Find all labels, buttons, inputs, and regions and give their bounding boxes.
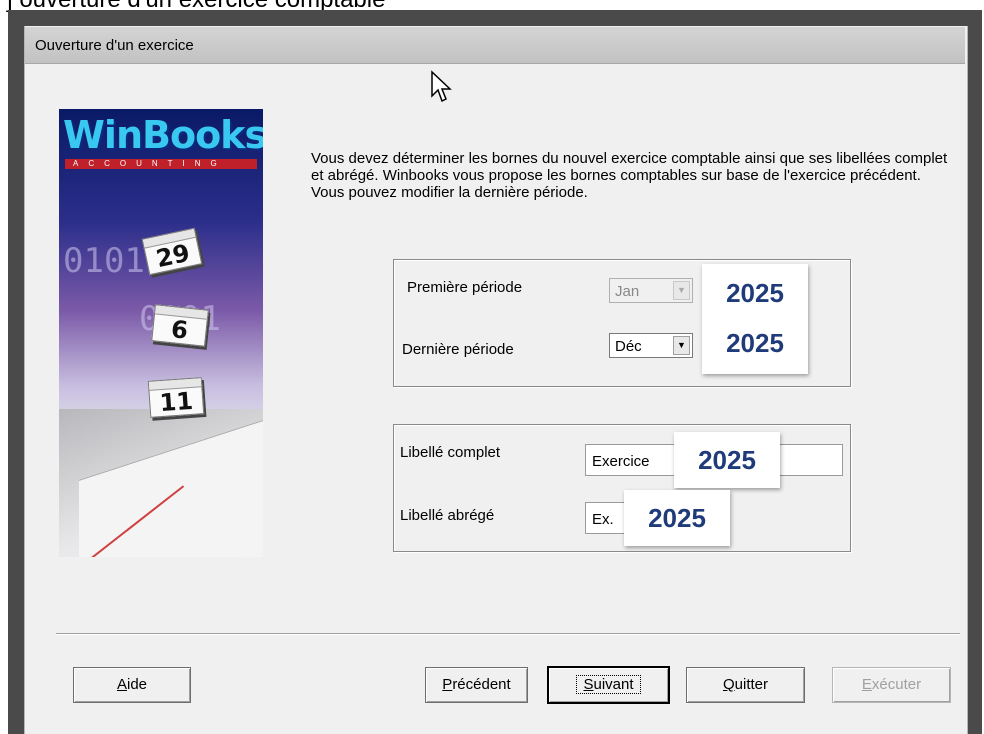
calendar-page-3: 11 bbox=[147, 377, 205, 418]
previous-button[interactable]: Précédent bbox=[425, 667, 528, 703]
last-period-year: 2025 bbox=[726, 328, 784, 358]
calendar-day-3: 11 bbox=[158, 386, 194, 418]
first-period-label: Première période bbox=[407, 279, 523, 296]
last-period-value: Déc bbox=[615, 338, 642, 355]
logo-subtitle-bar: ACCOUNTING bbox=[65, 159, 257, 169]
first-period-select[interactable]: Jan ▼ bbox=[609, 278, 693, 303]
previous-button-label: récédent bbox=[452, 676, 511, 693]
winbooks-logo: WinBooks bbox=[63, 113, 263, 157]
full-label-year: 2025 bbox=[674, 432, 780, 488]
next-button[interactable]: Suivant bbox=[547, 666, 670, 704]
next-button-accesskey: S bbox=[583, 676, 594, 693]
chevron-down-icon: ▼ bbox=[673, 281, 690, 300]
quit-button[interactable]: Quitter bbox=[686, 667, 805, 703]
dialog-title: Ouverture d'un exercice bbox=[35, 37, 194, 54]
quit-button-label: uitter bbox=[734, 676, 769, 693]
binder-illustration bbox=[59, 409, 263, 557]
instructions-text: Vous devez déterminer les bornes du nouv… bbox=[311, 150, 948, 201]
execute-button[interactable]: Exécuter bbox=[832, 667, 951, 703]
calendar-day-2: 6 bbox=[169, 315, 190, 345]
calendar-page-2: 6 bbox=[151, 304, 209, 347]
logo-subtitle: ACCOUNTING bbox=[73, 159, 227, 168]
mouse-pointer-icon bbox=[431, 70, 452, 103]
button-separator bbox=[56, 633, 960, 635]
full-label-caption: Libellé complet bbox=[400, 444, 501, 461]
quit-button-accesskey: Q bbox=[722, 676, 735, 693]
execute-button-label: xécuter bbox=[871, 676, 922, 693]
help-button-accesskey: A bbox=[116, 676, 127, 693]
previous-button-accesskey: P bbox=[442, 676, 453, 693]
help-button[interactable]: Aide bbox=[73, 667, 191, 703]
year-overlay-periods: 2025 2025 bbox=[702, 264, 808, 374]
short-label-value: Ex. bbox=[592, 511, 614, 528]
binder-page bbox=[79, 418, 263, 557]
first-period-value: Jan bbox=[615, 283, 640, 300]
last-period-label: Dernière période bbox=[402, 341, 514, 358]
chevron-down-icon: ▼ bbox=[673, 336, 690, 355]
execute-button-accesskey: E bbox=[861, 676, 872, 693]
help-button-label: ide bbox=[126, 676, 148, 693]
winbooks-banner-image: 01011 0101 WinBooks ACCOUNTING 29 6 11 bbox=[59, 109, 263, 557]
dialog-titlebar[interactable]: Ouverture d'un exercice bbox=[25, 27, 965, 64]
last-period-select[interactable]: Déc ▼ bbox=[609, 333, 693, 358]
short-label-caption: Libellé abrégé bbox=[400, 507, 495, 524]
full-label-value: Exercice bbox=[592, 453, 650, 470]
first-period-year: 2025 bbox=[726, 278, 784, 308]
short-label-year: 2025 bbox=[624, 490, 730, 546]
next-button-label: Suivant bbox=[576, 675, 641, 694]
calendar-page-1: 29 bbox=[141, 227, 203, 276]
